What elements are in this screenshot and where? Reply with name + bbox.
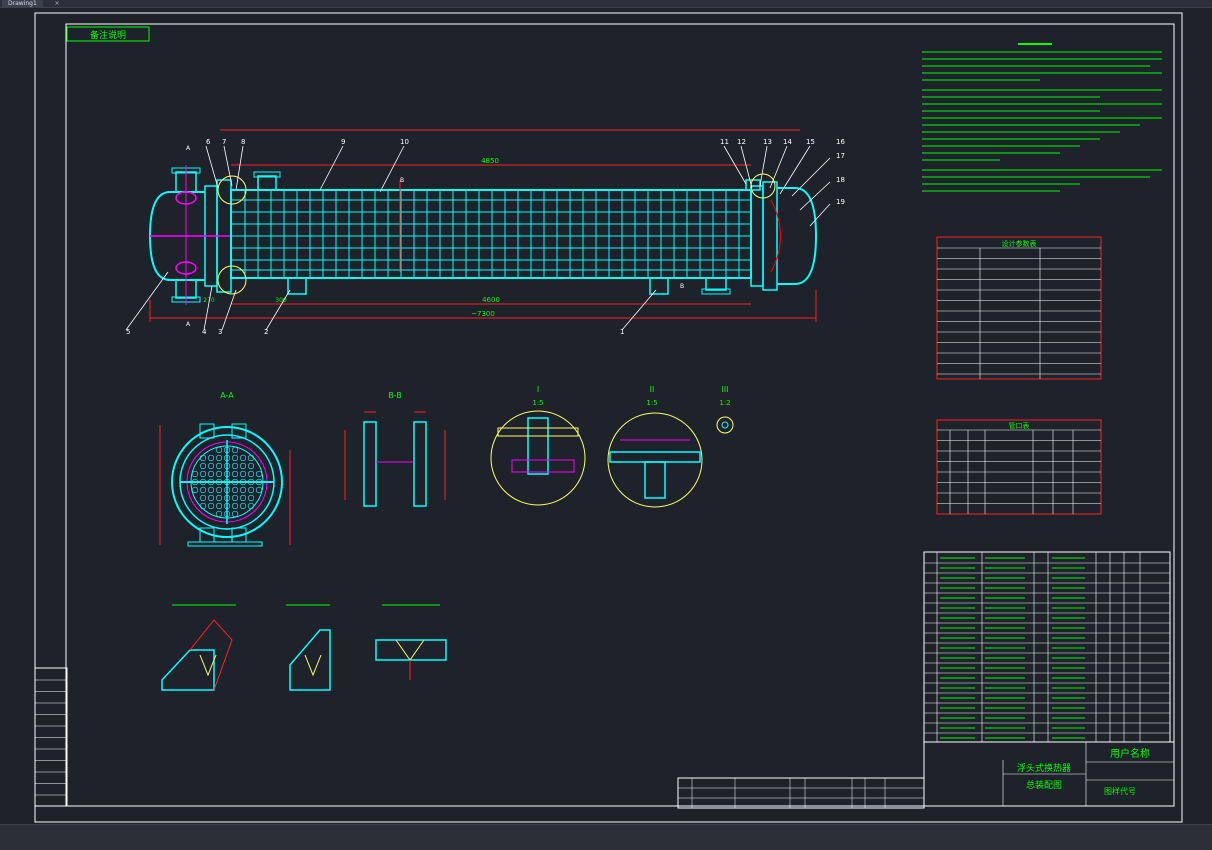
- svg-text:10: 10: [400, 138, 409, 146]
- svg-text:5: 5: [126, 328, 130, 336]
- svg-text:1:5: 1:5: [646, 399, 657, 407]
- design-table: 设计参数表: [936, 236, 1102, 380]
- svg-text:设计参数表: 设计参数表: [1002, 239, 1037, 248]
- svg-text:A-A: A-A: [220, 391, 234, 400]
- svg-text:19: 19: [836, 198, 845, 206]
- dim-middle: 4600: [482, 296, 500, 304]
- dim-overall: ~7300: [471, 310, 495, 318]
- nozzle-table: 管口表: [936, 419, 1102, 515]
- svg-text:7: 7: [222, 138, 226, 146]
- tab-drawing1[interactable]: Drawing1: [2, 0, 43, 7]
- title-block: 用户名称 浮头式换热器 总装配图 图样代号: [923, 741, 1175, 807]
- title-name: 浮头式换热器: [1017, 762, 1071, 774]
- svg-text:18: 18: [836, 176, 845, 184]
- stamp-text: 备注说明: [90, 29, 126, 41]
- title-code: 图样代号: [1104, 786, 1136, 796]
- part-numbers: 5 4 3 2 1 6 7 8 9 10 11 12 13 14 15 16 1…: [126, 138, 845, 336]
- svg-text:17: 17: [836, 152, 845, 160]
- svg-text:13: 13: [763, 138, 772, 146]
- technical-notes: [922, 43, 1162, 192]
- outer-frame: [34, 12, 1183, 823]
- dim-top: 4850: [481, 157, 499, 165]
- document-tab-bar: Drawing1 ×: [0, 0, 1212, 8]
- status-bar: [0, 824, 1212, 850]
- parts-list: [923, 551, 1171, 743]
- svg-text:A: A: [186, 145, 191, 152]
- svg-text:1:5: 1:5: [532, 399, 543, 407]
- detail-i: I 1:5: [490, 385, 586, 506]
- svg-text:14: 14: [783, 138, 792, 146]
- svg-text:8: 8: [241, 138, 245, 146]
- close-icon[interactable]: ×: [52, 0, 62, 7]
- section-b-b: B-B: [344, 391, 446, 507]
- detail-ii: II 1:5: [607, 385, 703, 508]
- svg-text:B: B: [400, 177, 404, 184]
- section-a-a: A-A: [159, 391, 291, 547]
- svg-text:1: 1: [620, 328, 624, 336]
- svg-text:6: 6: [206, 138, 211, 146]
- svg-text:12: 12: [737, 138, 746, 146]
- svg-text:管口表: 管口表: [1009, 421, 1030, 430]
- svg-text:2: 2: [264, 328, 268, 336]
- svg-text:III: III: [721, 385, 728, 394]
- svg-text:I: I: [537, 385, 539, 394]
- revision-strip: [34, 667, 68, 807]
- svg-text:A: A: [186, 321, 191, 328]
- svg-text:9: 9: [341, 138, 345, 146]
- svg-text:3: 3: [218, 328, 222, 336]
- svg-text:II: II: [650, 385, 655, 394]
- bottom-parts-list: [677, 777, 925, 809]
- svg-text:16: 16: [836, 138, 845, 146]
- svg-text:B: B: [680, 283, 684, 290]
- inner-frame: [65, 23, 1175, 807]
- svg-text:4: 4: [202, 328, 207, 336]
- title-drawing: 总装配图: [1026, 779, 1062, 791]
- drawing-canvas[interactable]: 备注说明 ~7300 4600 4850 300 5 4 3 2 1 6 7 8…: [0, 8, 1212, 824]
- cad-drawing: 备注说明 ~7300 4600 4850 300 5 4 3 2 1 6 7 8…: [34, 12, 1183, 823]
- svg-text:11: 11: [720, 138, 729, 146]
- detail-iii: III 1:2: [716, 385, 734, 434]
- svg-text:15: 15: [806, 138, 815, 146]
- svg-text:B-B: B-B: [388, 391, 402, 400]
- svg-text:1:2: 1:2: [719, 399, 730, 407]
- exchanger-main-view: [148, 165, 818, 305]
- title-user: 用户名称: [1110, 747, 1150, 760]
- weld-details: [161, 604, 447, 691]
- tab-label: Drawing1: [8, 0, 37, 7]
